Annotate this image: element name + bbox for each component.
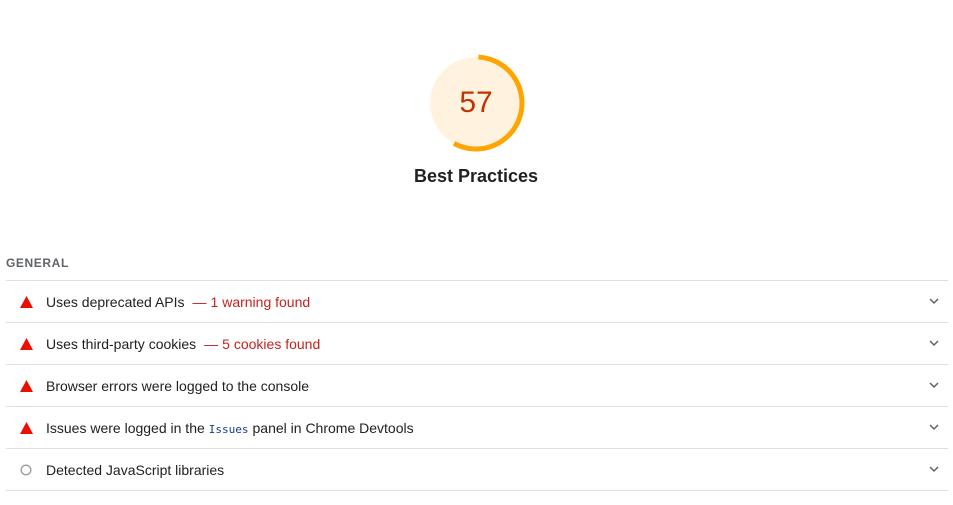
fail-triangle-icon (19, 421, 33, 435)
audit-third-party-cookies[interactable]: Uses third-party cookies — 5 cookies fou… (6, 323, 948, 365)
audit-issues-panel[interactable]: Issues were logged in the Issues panel in … (6, 407, 948, 449)
fail-triangle-icon (19, 295, 33, 309)
score-gauge: 57 (426, 53, 526, 153)
audit-title-after: panel in Chrome Devtools (252, 419, 414, 436)
audit-title: Detected JavaScript libraries (46, 461, 225, 478)
audit-separator: — (204, 335, 219, 352)
issues-code: Issues (208, 422, 249, 436)
audit-display-value: 1 warning found (210, 293, 311, 310)
audit-display-value: 5 cookies found (222, 335, 321, 352)
chevron-down-icon[interactable] (928, 463, 940, 475)
fail-triangle-icon (19, 379, 33, 393)
chevron-down-icon[interactable] (928, 295, 940, 307)
audit-title-before: Issues were logged in the (46, 419, 205, 436)
gauge-score: 57 (459, 86, 493, 119)
chevron-down-icon[interactable] (928, 379, 940, 391)
gauge-label: Best Practices (413, 166, 539, 186)
audit-js-libraries[interactable]: Detected JavaScript libraries (6, 449, 948, 491)
informative-circle-icon (19, 463, 33, 477)
audit-title: Issues were logged in the Issues panel in … (46, 420, 414, 436)
audit-title: Uses third-party cookies (46, 335, 197, 352)
audit-list: Uses deprecated APIs — 1 warning found U… (6, 280, 948, 491)
audit-title: Uses deprecated APIs (46, 293, 185, 310)
chevron-down-icon[interactable] (928, 421, 940, 433)
audit-console-errors[interactable]: Browser errors were logged to the consol… (6, 365, 948, 407)
audit-separator: — (192, 293, 207, 310)
audit-deprecated-apis[interactable]: Uses deprecated APIs — 1 warning found (6, 281, 948, 323)
fail-triangle-icon (19, 337, 33, 351)
audit-title: Browser errors were logged to the consol… (46, 377, 310, 394)
chevron-down-icon[interactable] (928, 337, 940, 349)
group-title: GENERAL (6, 256, 69, 270)
